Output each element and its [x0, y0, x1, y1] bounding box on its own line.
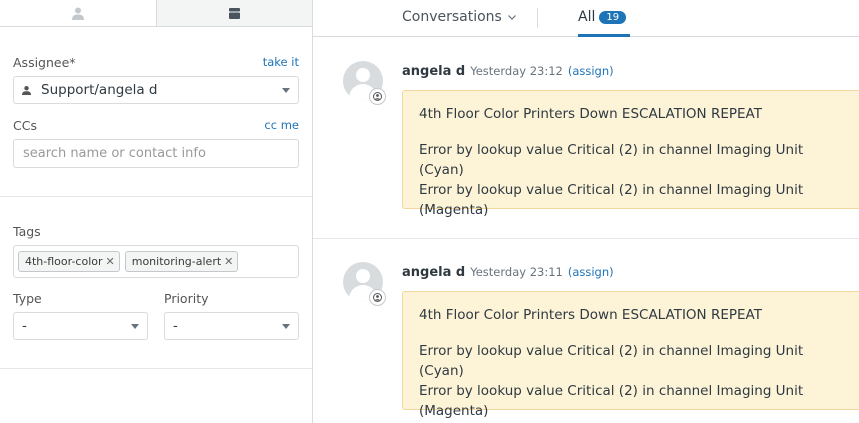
- comment-subject: 4th Floor Color Printers Down ESCALATION…: [419, 307, 762, 323]
- assignee-section: Assignee* take it Support/angela d CCs c…: [0, 27, 312, 197]
- agent-badge-icon: [369, 289, 386, 306]
- comment-subject: 4th Floor Color Printers Down ESCALATION…: [419, 106, 762, 122]
- chevron-down-icon: [131, 324, 139, 329]
- chevron-down-icon: [282, 88, 290, 93]
- cc-me-link[interactable]: cc me: [264, 118, 299, 132]
- author-name[interactable]: angela d: [402, 64, 465, 79]
- conversation-panel: Conversations All 19 angela d Yesterday …: [313, 0, 859, 423]
- conversations-label: Conversations: [402, 9, 502, 25]
- comment-line: Error by lookup value Critical (2) in ch…: [419, 142, 804, 178]
- close-icon[interactable]: ✕: [106, 255, 115, 268]
- comment-body: 4th Floor Color Printers Down ESCALATION…: [402, 90, 859, 218]
- priority-select[interactable]: -: [164, 312, 299, 340]
- chevron-down-icon: [507, 14, 516, 20]
- type-select[interactable]: -: [13, 312, 148, 340]
- chevron-down-icon: [282, 324, 290, 329]
- comment-item: angela d Yesterday 23:12 (assign) 4th Fl…: [313, 38, 859, 239]
- person-icon: [22, 85, 31, 95]
- priority-label: Priority: [164, 290, 209, 306]
- all-label: All: [578, 9, 596, 25]
- author-name[interactable]: angela d: [402, 265, 465, 280]
- comment-line: Error by lookup value Critical (2) in ch…: [419, 383, 804, 419]
- tab-user[interactable]: [0, 0, 157, 26]
- priority-value: -: [173, 318, 178, 334]
- tags-input[interactable]: 4th-floor-color ✕ monitoring-alert ✕: [13, 245, 299, 278]
- divider: [537, 8, 538, 28]
- close-icon[interactable]: ✕: [224, 255, 233, 268]
- timestamp: Yesterday 23:11: [470, 265, 563, 279]
- user-icon: [71, 7, 84, 20]
- tag-chip: monitoring-alert ✕: [124, 251, 239, 272]
- ticket-properties-panel: Assignee* take it Support/angela d CCs c…: [0, 0, 313, 423]
- take-it-link[interactable]: take it: [263, 55, 299, 69]
- ticket-icon: [228, 7, 240, 19]
- assignee-select[interactable]: Support/angela d: [13, 76, 299, 104]
- comment-body: 4th Floor Color Printers Down ESCALATION…: [402, 291, 859, 419]
- tags-label: Tags: [13, 223, 41, 239]
- panel-tabs: [0, 0, 312, 27]
- conversation-filter-bar: Conversations All 19: [313, 0, 859, 37]
- tag-label: 4th-floor-color: [25, 255, 103, 268]
- tab-all[interactable]: All 19: [578, 9, 630, 37]
- tab-ticket[interactable]: [156, 0, 312, 26]
- tag-chip: 4th-floor-color ✕: [18, 251, 120, 272]
- type-value: -: [22, 318, 27, 334]
- comment-line: Error by lookup value Critical (2) in ch…: [419, 343, 804, 379]
- tag-label: monitoring-alert: [131, 255, 222, 268]
- comment-meta: angela d Yesterday 23:11 (assign): [402, 265, 614, 280]
- comment-meta: angela d Yesterday 23:12 (assign): [402, 64, 614, 79]
- assign-link[interactable]: (assign): [568, 265, 614, 279]
- timestamp: Yesterday 23:12: [470, 64, 563, 78]
- comment-line: Error by lookup value Critical (2) in ch…: [419, 182, 804, 218]
- ccs-input[interactable]: search name or contact info: [13, 139, 299, 168]
- comment-item: angela d Yesterday 23:11 (assign) 4th Fl…: [313, 239, 859, 423]
- assignee-value: Support/angela d: [41, 82, 158, 98]
- count-badge: 19: [599, 11, 627, 24]
- assign-link[interactable]: (assign): [568, 64, 614, 78]
- tags-section: Tags 4th-floor-color ✕ monitoring-alert …: [0, 197, 312, 369]
- type-label: Type: [13, 290, 42, 306]
- ccs-label: CCs: [13, 117, 37, 133]
- agent-badge-icon: [369, 88, 386, 105]
- assignee-label: Assignee*: [13, 54, 76, 70]
- conversations-dropdown[interactable]: Conversations: [402, 9, 516, 25]
